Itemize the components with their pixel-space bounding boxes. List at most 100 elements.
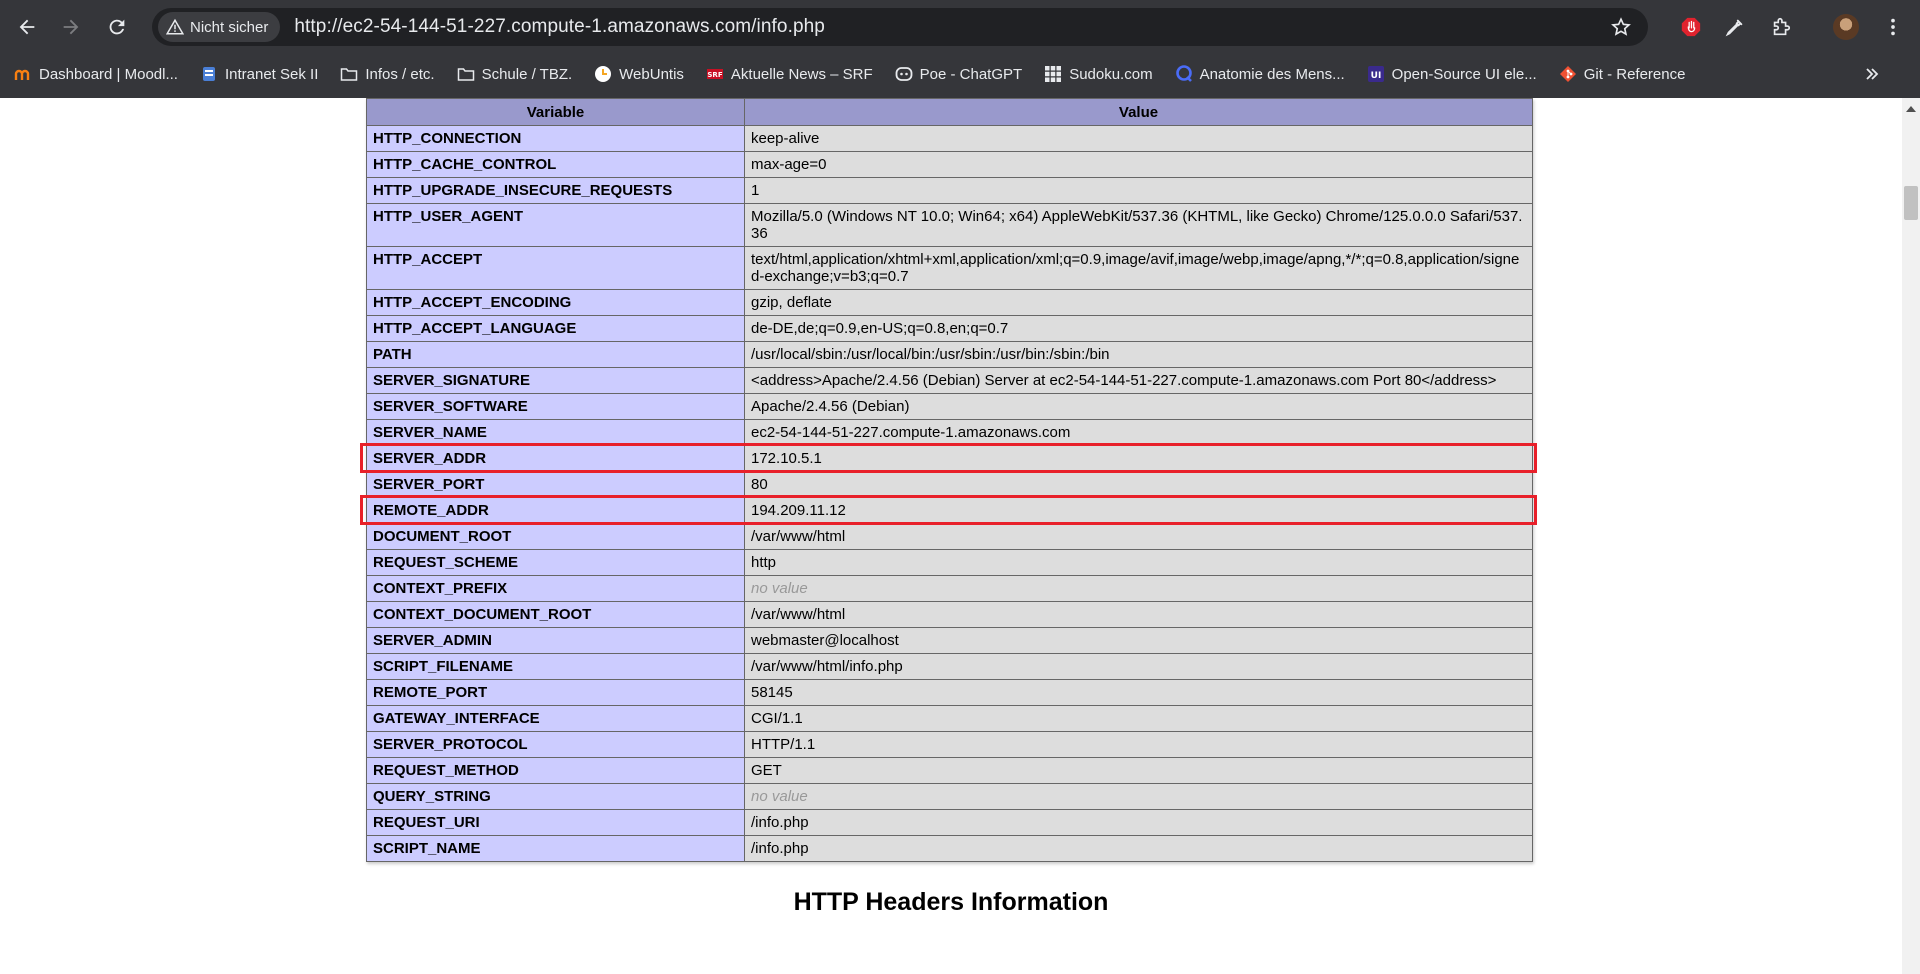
bookmark-item[interactable]: Dashboard | Moodl... xyxy=(0,60,186,88)
variable-value-cell: /info.php xyxy=(744,809,1533,836)
variable-name-cell: REMOTE_ADDR xyxy=(366,497,745,524)
variable-value-cell: no value xyxy=(744,575,1533,602)
security-indicator[interactable]: Nicht sicher xyxy=(158,12,281,42)
bookmark-item[interactable]: Intranet Sek II xyxy=(186,60,326,88)
svg-text:SRF: SRF xyxy=(707,71,722,79)
variable-name-cell: SCRIPT_FILENAME xyxy=(366,653,745,680)
table-row: SERVER_NAME ec2-54-144-51-227.compute-1.a… xyxy=(366,419,1533,446)
bookmark-item[interactable]: Sudoku.com xyxy=(1030,60,1160,88)
bookmark-item[interactable]: Git - Reference xyxy=(1545,60,1694,88)
url-text[interactable]: http://ec2-54-144-51-227.compute-1.amazo… xyxy=(294,16,825,38)
extension-adblock-button[interactable] xyxy=(1676,12,1706,42)
variable-name-cell: SERVER_ADDR xyxy=(366,445,745,472)
star-icon xyxy=(1611,17,1631,36)
variable-value-cell: /var/www/html xyxy=(744,523,1533,550)
environment-table: Variable Value HTTP_CONNECTION keep-alive… xyxy=(366,98,1533,862)
variable-value-cell: <address>Apache/2.4.56 (Debian) Server a… xyxy=(744,367,1533,394)
table-row: HTTP_USER_AGENT Mozilla/5.0 (Windows NT 1… xyxy=(366,203,1533,247)
profile-avatar[interactable] xyxy=(1833,14,1859,40)
page-content: Variable Value HTTP_CONNECTION keep-alive… xyxy=(0,98,1902,974)
variable-name-cell: HTTP_USER_AGENT xyxy=(366,203,745,247)
empty-value-text: no value xyxy=(751,580,808,597)
bookmark-folder[interactable]: Schule / TBZ. xyxy=(443,60,581,88)
table-row: HTTP_ACCEPT text/html,application/xhtml+x… xyxy=(366,246,1533,290)
variable-value-cell: 58145 xyxy=(744,679,1533,706)
column-header-value: Value xyxy=(744,98,1533,126)
table-row: QUERY_STRING no value xyxy=(366,783,1533,810)
table-row: HTTP_CACHE_CONTROL max-age=0 xyxy=(366,151,1533,178)
double-chevron-right-icon xyxy=(1866,68,1879,80)
forward-button[interactable] xyxy=(54,10,88,44)
table-row: REMOTE_PORT 58145 xyxy=(366,679,1533,706)
variable-value-cell: max-age=0 xyxy=(744,151,1533,178)
variable-value-cell: webmaster@localhost xyxy=(744,627,1533,654)
table-row: HTTP_UPGRADE_INSECURE_REQUESTS 1 xyxy=(366,177,1533,204)
scrollbar-thumb[interactable] xyxy=(1904,186,1918,220)
section-heading: HTTP Headers Information xyxy=(793,888,1109,916)
reload-button[interactable] xyxy=(100,10,134,44)
moodle-icon xyxy=(14,65,32,83)
variable-value-cell: no value xyxy=(744,783,1533,810)
variable-name-cell: PATH xyxy=(366,341,745,368)
bookmark-item[interactable]: WebUntis xyxy=(580,60,692,88)
stop-hand-icon xyxy=(1681,17,1701,37)
warning-triangle-icon xyxy=(166,18,184,35)
vertical-scrollbar[interactable] xyxy=(1902,98,1920,974)
browser-toolbar: Nicht sicher http://ec2-54-144-51-227.co… xyxy=(0,0,1920,54)
variable-value-cell: Apache/2.4.56 (Debian) xyxy=(744,393,1533,420)
scroll-up-arrow-icon[interactable] xyxy=(1906,106,1916,112)
table-row: HTTP_ACCEPT_LANGUAGE de-DE,de;q=0.9,en-US… xyxy=(366,315,1533,342)
browser-menu-button[interactable] xyxy=(1878,12,1908,42)
address-bar[interactable]: Nicht sicher http://ec2-54-144-51-227.co… xyxy=(152,8,1648,46)
variable-name-cell: HTTP_ACCEPT_ENCODING xyxy=(366,289,745,316)
back-button[interactable] xyxy=(10,10,44,44)
bookmarks-overflow-button[interactable] xyxy=(1858,60,1886,88)
bookmark-item[interactable]: Anatomie des Mens... xyxy=(1161,60,1353,88)
variable-name-cell: REQUEST_METHOD xyxy=(366,757,745,784)
variable-name-cell: GATEWAY_INTERFACE xyxy=(366,705,745,732)
reload-icon xyxy=(109,19,125,35)
folder-icon xyxy=(457,65,475,83)
variable-name-cell: DOCUMENT_ROOT xyxy=(366,523,745,550)
variable-value-cell: ec2-54-144-51-227.compute-1.amazonaws.co… xyxy=(744,419,1533,446)
variable-value-cell: /var/www/html xyxy=(744,601,1533,628)
kebab-menu-icon xyxy=(1891,18,1895,36)
table-row: SERVER_SOFTWARE Apache/2.4.56 (Debian) xyxy=(366,393,1533,420)
table-row: SERVER_ADDR 172.10.5.1 xyxy=(366,445,1533,472)
bookmark-star-button[interactable] xyxy=(1606,12,1636,42)
bookmark-item[interactable]: UI Open-Source UI ele... xyxy=(1353,60,1545,88)
table-row: HTTP_CONNECTION keep-alive xyxy=(366,125,1533,152)
table-row: REQUEST_URI/info.php xyxy=(366,809,1533,836)
variable-value-cell: de-DE,de;q=0.9,en-US;q=0.8,en;q=0.7 xyxy=(744,315,1533,342)
table-row: HTTP_ACCEPT_ENCODING gzip, deflate xyxy=(366,289,1533,316)
bookmark-folder[interactable]: Infos / etc. xyxy=(326,60,442,88)
table-row: SERVER_PORT 80 xyxy=(366,471,1533,498)
table-row: PATH/usr/local/sbin:/usr/local/bin:/usr/… xyxy=(366,341,1533,368)
table-row: REQUEST_METHOD GET xyxy=(366,757,1533,784)
variable-value-cell: gzip, deflate xyxy=(744,289,1533,316)
variable-value-cell: text/html,application/xhtml+xml,applicat… xyxy=(744,246,1533,290)
variable-value-cell: 1 xyxy=(744,177,1533,204)
svg-text:UI: UI xyxy=(1370,71,1381,81)
bookmark-item[interactable]: SRF Aktuelle News – SRF xyxy=(692,60,881,88)
extensions-menu-button[interactable] xyxy=(1766,12,1796,42)
table-row: DOCUMENT_ROOT/var/www/html xyxy=(366,523,1533,550)
sudoku-icon xyxy=(1044,65,1062,83)
bookmark-item[interactable]: Poe - ChatGPT xyxy=(881,60,1031,88)
variable-value-cell: 194.209.11.12 xyxy=(744,497,1533,524)
table-row: SERVER_ADMIN webmaster@localhost xyxy=(366,627,1533,654)
variable-name-cell: SERVER_PORT xyxy=(366,471,745,498)
variable-name-cell: HTTP_CACHE_CONTROL xyxy=(366,151,745,178)
forward-arrow-icon xyxy=(63,19,79,35)
variable-value-cell: /info.php xyxy=(744,835,1533,862)
variable-name-cell: HTTP_ACCEPT_LANGUAGE xyxy=(366,315,745,342)
variable-name-cell: SERVER_ADMIN xyxy=(366,627,745,654)
extension-eyedropper-button[interactable] xyxy=(1720,12,1750,42)
variable-value-cell: HTTP/1.1 xyxy=(744,731,1533,758)
variable-name-cell: CONTEXT_DOCUMENT_ROOT xyxy=(366,601,745,628)
variable-name-cell: HTTP_UPGRADE_INSECURE_REQUESTS xyxy=(366,177,745,204)
variable-value-cell: CGI/1.1 xyxy=(744,705,1533,732)
column-header-variable: Variable xyxy=(366,98,745,126)
webuntis-icon xyxy=(594,65,612,83)
table-row: CONTEXT_DOCUMENT_ROOT/var/www/html xyxy=(366,601,1533,628)
